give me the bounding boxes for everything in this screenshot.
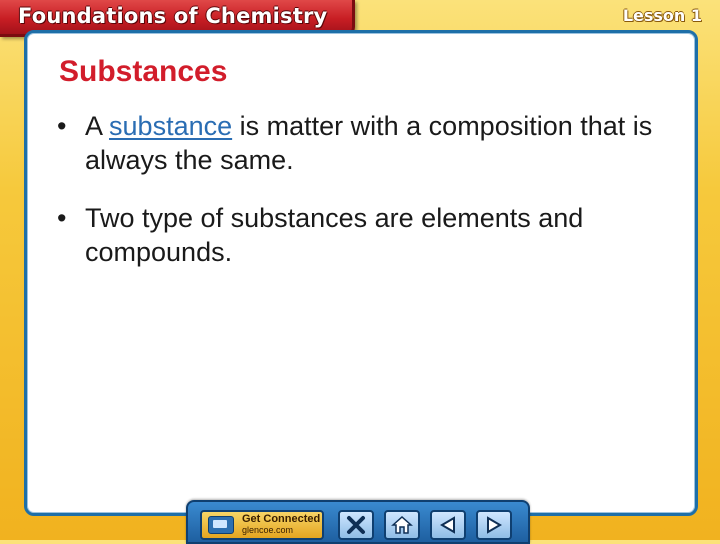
course-title: Foundations of Chemistry [18, 4, 328, 28]
home-button[interactable] [384, 510, 420, 540]
bullet-text-before: A [85, 111, 110, 141]
get-connected-label: Get Connected [242, 513, 321, 525]
home-icon [391, 515, 413, 534]
computer-icon [208, 516, 234, 534]
close-button[interactable] [338, 510, 374, 540]
bullet-item: • Two type of substances are elements an… [57, 201, 657, 269]
slide-title: Substances [59, 55, 228, 88]
next-icon [487, 516, 502, 534]
bullet-marker: • [57, 111, 67, 141]
bullet-list: • A substance is matter with a compositi… [57, 109, 657, 293]
navigation-bar: Get Connected glencoe.com [186, 500, 530, 544]
previous-button[interactable] [430, 510, 466, 540]
get-connected-button[interactable]: Get Connected glencoe.com [200, 510, 324, 540]
substance-term-link[interactable]: substance [109, 111, 232, 141]
get-connected-site: glencoe.com [242, 525, 294, 535]
lesson-label: Lesson 1 [622, 6, 702, 25]
close-icon [347, 516, 365, 534]
bullet-item: • A substance is matter with a compositi… [57, 109, 657, 177]
next-button[interactable] [476, 510, 512, 540]
bullet-marker: • [57, 203, 67, 233]
slide-content-panel: Substances • A substance is matter with … [24, 30, 698, 516]
bullet-text: Two type of substances are elements and … [85, 203, 584, 267]
previous-icon [440, 516, 455, 534]
